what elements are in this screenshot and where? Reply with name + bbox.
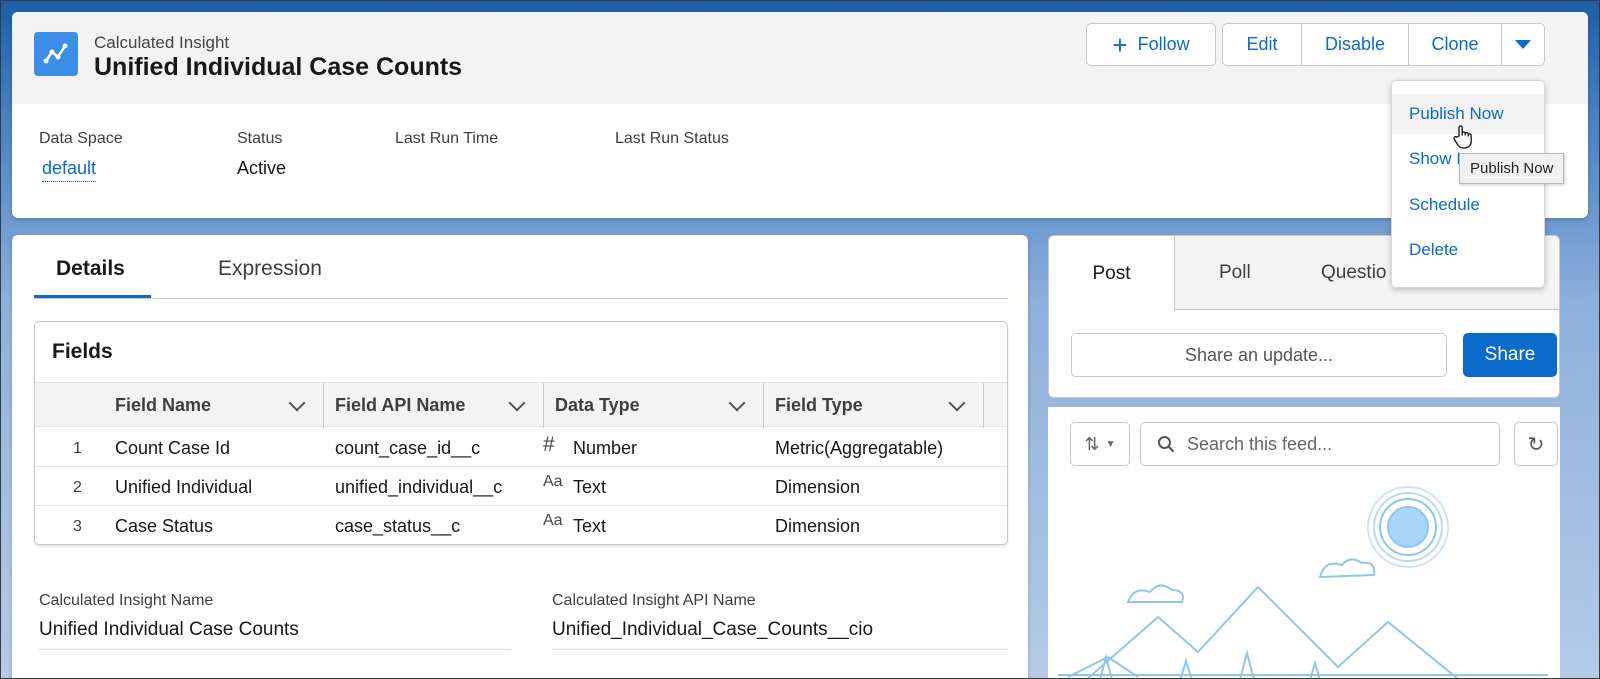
table-header: Field Name Field API Name Data Type Fiel… — [35, 382, 1007, 428]
text-type-icon: Aa — [543, 473, 563, 490]
field-type: Metric(Aggregatable) — [775, 438, 944, 458]
column-divider[interactable] — [543, 383, 544, 428]
clone-button[interactable]: Clone — [1408, 23, 1502, 66]
field-api-name: case_status__c — [335, 516, 461, 536]
menu-item-schedule[interactable]: Schedule — [1392, 185, 1544, 225]
data-space-link[interactable]: default — [42, 158, 97, 182]
caret-down-icon — [1515, 40, 1531, 49]
highlight-status: Status Active — [237, 130, 286, 179]
column-header-field-type[interactable]: Field Type — [775, 383, 863, 428]
column-divider[interactable] — [983, 383, 984, 428]
fields-table-card: Fields Field Name Field API Name Data Ty… — [34, 321, 1008, 545]
refresh-button[interactable]: ↻ — [1514, 422, 1558, 466]
column-divider[interactable] — [323, 383, 324, 428]
column-header-field-name[interactable]: Field Name — [115, 383, 211, 428]
divider — [39, 649, 511, 650]
field-name: Case Status — [115, 516, 214, 536]
share-button[interactable]: Share — [1463, 333, 1557, 377]
edit-button[interactable]: Edit — [1222, 23, 1302, 66]
field-type: Dimension — [775, 477, 861, 497]
follow-label: Follow — [1137, 34, 1190, 54]
object-label: Calculated Insight — [94, 33, 230, 52]
ci-name-label: Calculated Insight Name — [39, 592, 214, 609]
field-type: Dimension — [775, 516, 861, 536]
field-name: Count Case Id — [115, 438, 231, 458]
chevron-down-icon[interactable] — [948, 394, 966, 412]
record-title: Unified Individual Case Counts — [94, 53, 463, 81]
actions-dropdown-menu: Publish Now Show I Schedule Delete — [1391, 80, 1545, 288]
chevron-down-icon[interactable] — [288, 394, 306, 412]
highlight-label: Last Run Status — [615, 130, 729, 147]
tab-question[interactable]: Questio — [1321, 262, 1386, 284]
disable-button[interactable]: Disable — [1301, 23, 1409, 66]
refresh-icon: ↻ — [1527, 433, 1545, 456]
ci-api-name-value: Unified_Individual_Case_Counts__cio — [552, 619, 874, 640]
data-type: Text — [573, 477, 607, 497]
more-actions-button[interactable] — [1501, 23, 1545, 66]
empty-feed-illustration — [1058, 486, 1548, 679]
column-header-data-type[interactable]: Data Type — [555, 383, 640, 428]
column-divider[interactable] — [763, 383, 764, 428]
ci-name-value: Unified Individual Case Counts — [39, 619, 299, 640]
data-type: Text — [573, 516, 607, 536]
follow-button[interactable]: + Follow — [1086, 23, 1216, 66]
highlight-data-space: Data Space default — [39, 130, 123, 182]
tab-poll[interactable]: Poll — [1219, 262, 1251, 284]
table-row[interactable]: 3 Case Status case_status__c Aa Text Dim… — [35, 506, 1007, 544]
hand-cursor-icon — [1453, 125, 1472, 149]
highlight-label: Status — [237, 130, 283, 147]
chevron-down-icon[interactable] — [508, 394, 526, 412]
tab-post[interactable]: Post — [1049, 236, 1175, 311]
field-api-name: count_case_id__c — [335, 438, 481, 458]
tooltip: Publish Now — [1459, 153, 1565, 184]
field-name: Unified Individual — [115, 477, 253, 497]
active-tab-indicator — [34, 295, 151, 298]
row-number: 1 — [73, 440, 82, 457]
search-placeholder: Search this feed... — [1187, 433, 1333, 454]
plus-icon: + — [1112, 29, 1128, 60]
text-type-icon: Aa — [543, 512, 563, 529]
field-api-name: unified_individual__c — [335, 477, 503, 497]
number-type-icon: # — [543, 433, 555, 456]
tab-bar: Details Expression — [34, 235, 1008, 299]
table-row[interactable]: 2 Unified Individual unified_individual_… — [35, 467, 1007, 506]
column-header-field-api-name[interactable]: Field API Name — [335, 383, 465, 428]
details-card: Details Expression Fields Field Name Fie… — [12, 235, 1028, 679]
table-row[interactable]: 1 Count Case Id count_case_id__c # Numbe… — [35, 428, 1007, 467]
highlight-last-run-status: Last Run Status — [615, 130, 729, 148]
highlight-last-run-time: Last Run Time — [395, 130, 498, 148]
sort-button[interactable]: ⇅ ▼ — [1070, 422, 1130, 466]
chevron-down-icon[interactable] — [728, 394, 746, 412]
status-value: Active — [237, 158, 287, 178]
search-feed-input[interactable]: Search this feed... — [1140, 422, 1500, 466]
row-number: 3 — [73, 518, 82, 535]
ci-api-name-label: Calculated Insight API Name — [552, 592, 756, 609]
divider — [552, 649, 1008, 650]
fields-title: Fields — [52, 340, 113, 363]
menu-item-delete[interactable]: Delete — [1392, 230, 1544, 270]
highlight-label: Last Run Time — [395, 130, 499, 147]
highlight-label: Data Space — [39, 130, 123, 147]
data-type: Number — [573, 438, 638, 458]
sort-icon: ⇅ — [1084, 433, 1100, 454]
tab-expression[interactable]: Expression — [218, 257, 322, 281]
tab-details[interactable]: Details — [56, 257, 125, 281]
search-icon — [1158, 436, 1174, 452]
caret-down-icon: ▼ — [1105, 438, 1116, 450]
share-update-input[interactable]: Share an update... — [1071, 333, 1447, 377]
line-chart-icon — [34, 32, 78, 76]
feed-area: ⇅ ▼ Search this feed... ↻ — [1048, 407, 1560, 679]
row-number: 2 — [73, 479, 82, 496]
